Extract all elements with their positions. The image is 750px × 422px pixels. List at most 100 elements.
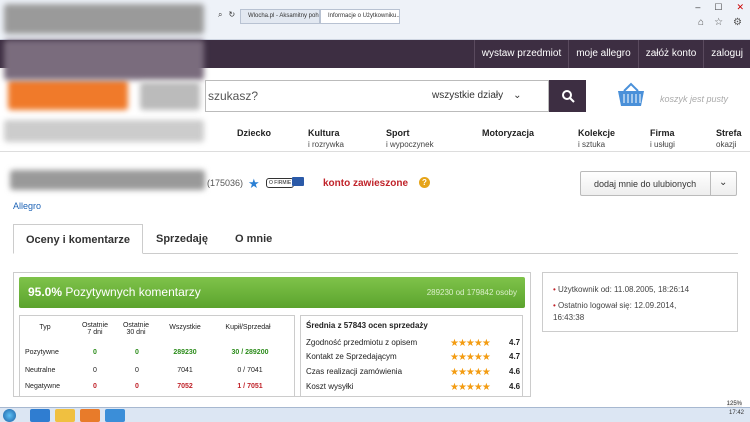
browser-toolbar-icons: ⌂ ☆ ⚙	[698, 17, 742, 28]
profile-tabs: Oceny i komentarze Sprzedaję O mnie	[13, 224, 738, 254]
rating-count: (175036)	[207, 178, 244, 188]
tab-selling[interactable]: Sprzedaję	[156, 224, 208, 254]
department-select[interactable]: wszystkie działy ⌄	[432, 90, 522, 101]
login-link[interactable]: zaloguj	[703, 40, 750, 68]
minimize-icon[interactable]: –	[695, 2, 700, 13]
rating-row: Kontakt ze Sprzedającym ★★★★★ 4.7	[306, 352, 521, 363]
favorites-star-icon[interactable]: ☆	[714, 17, 723, 28]
category-item[interactable]: Strefa okazji	[716, 128, 742, 150]
table-cell: 0	[93, 383, 97, 390]
table-cell: 0	[135, 383, 139, 390]
positive-summary-bar: 95.0% Pozytywnych komentarzy 289230 od 1…	[19, 277, 525, 308]
chevron-down-icon[interactable]: ⌄	[719, 177, 727, 188]
ie-taskbar-icon[interactable]	[30, 409, 50, 422]
rating-row: Koszt wysyłki ★★★★★ 4.6	[306, 382, 521, 393]
chevron-down-icon: ⌄	[513, 90, 522, 101]
close-window-icon[interactable]: ✕	[736, 2, 744, 13]
user-since: Użytkownik od: 11.08.2005, 18:26:14	[553, 285, 689, 294]
row-type: Negatywne	[25, 383, 61, 390]
column-header: Typ	[39, 324, 51, 331]
column-header: Kupił/Sprzedał	[225, 324, 271, 331]
browser-tab[interactable]: Wlocha.pl - Aksamitny pohlebogie...	[240, 9, 320, 24]
breadcrumb[interactable]: Allegro	[13, 201, 41, 211]
category-item[interactable]: Sport i wypoczynek	[386, 128, 434, 150]
table-cell: 7041	[177, 367, 193, 374]
positive-of-count: 289230 od 179842 osoby	[426, 288, 517, 297]
home-icon[interactable]: ⌂	[698, 17, 704, 28]
seller-ratings-box: Średnia z 57843 ocen sprzedaży Zgodność …	[300, 315, 523, 397]
rating-row: Zgodność przedmiotu z opisem ★★★★★ 4.7	[306, 338, 521, 349]
table-cell: 0 / 7041	[237, 367, 263, 374]
category-item[interactable]: Motoryzacja	[482, 128, 534, 139]
company-badge-icon: O FIRMIE	[266, 178, 295, 188]
folder-taskbar-icon[interactable]	[55, 409, 75, 422]
site-nav-links: wystaw przedmiot moje allegro załóż kont…	[473, 40, 750, 68]
blurred-region	[140, 82, 200, 110]
rating-row: Czas realizacji zamówienia ★★★★★ 4.6	[306, 367, 521, 378]
basket-icon[interactable]	[616, 82, 646, 108]
user-info-box: Użytkownik od: 11.08.2005, 18:26:14 Osta…	[542, 272, 738, 332]
category-item[interactable]: Dziecko	[237, 128, 271, 139]
row-type: Pozytywne	[25, 349, 59, 356]
blurred-username	[10, 170, 205, 190]
search-box[interactable]: szukasz? wszystkie działy ⌄	[205, 80, 549, 112]
divider	[0, 151, 750, 152]
maximize-icon[interactable]: ☐	[714, 2, 722, 13]
feedback-table: Typ Ostatnie 7 dni Ostatnie 30 dni Wszys…	[19, 315, 295, 397]
tab-ratings[interactable]: Oceny i komentarze	[13, 224, 143, 254]
clock: 17:42	[728, 410, 744, 416]
category-item[interactable]: Firma i usługi	[650, 128, 675, 150]
start-button-icon[interactable]	[3, 409, 16, 422]
gear-icon[interactable]: ⚙	[733, 17, 742, 28]
basket-status: koszyk jest pusty	[660, 94, 729, 104]
stars-icon: ★★★★★	[450, 367, 491, 378]
stars-icon: ★★★★★	[450, 382, 491, 393]
browser-tabs: Wlocha.pl - Aksamitny pohlebogie... Info…	[240, 9, 400, 24]
column-header: Wszystkie	[169, 324, 201, 331]
ratings-panel: 95.0% Pozytywnych komentarzy 289230 od 1…	[13, 272, 531, 397]
windows-taskbar: 17:42	[0, 407, 750, 422]
last-login-time: 16:43:38	[553, 313, 585, 322]
ratings-title: Średnia z 57843 ocen sprzedaży	[306, 321, 428, 330]
blurred-logo	[8, 80, 128, 110]
super-seller-star-icon: ★	[248, 176, 260, 191]
category-item[interactable]: Kolekcje i sztuka	[578, 128, 615, 150]
app-taskbar-icon[interactable]	[105, 409, 125, 422]
table-cell: 0	[135, 349, 139, 356]
add-to-favorites-button[interactable]: dodaj mnie do ulubionych ⌄	[580, 171, 737, 196]
row-type: Neutralne	[25, 367, 56, 374]
my-allegro-link[interactable]: moje allegro	[568, 40, 637, 68]
search-icon[interactable]: ⌕	[218, 10, 222, 20]
category-bar: Dziecko Kultura i rozrywka Sport i wypoczy…	[0, 128, 750, 152]
table-cell: 0	[93, 349, 97, 356]
refresh-icon[interactable]: ↻	[228, 10, 235, 20]
magnifier-icon	[561, 90, 575, 103]
stars-icon: ★★★★★	[450, 338, 491, 349]
table-cell: 7052	[177, 383, 193, 390]
positive-percent: 95.0%	[28, 285, 63, 299]
table-cell: 30 / 289200	[231, 349, 269, 356]
window-controls: – ☐ ✕	[695, 2, 744, 13]
account-status: konto zawieszone	[323, 178, 409, 189]
address-controls: ⌕ ↻	[218, 10, 235, 20]
help-icon[interactable]: ?	[419, 177, 430, 188]
search-input[interactable]: szukasz?	[208, 89, 258, 103]
sell-item-link[interactable]: wystaw przedmiot	[473, 40, 568, 68]
browser-tab-active[interactable]: Informacje o Użytkowniku... ✕	[320, 9, 400, 24]
column-header: Ostatnie 30 dni	[122, 322, 150, 336]
blurred-region	[4, 40, 204, 80]
last-login: Ostatnio logował się: 12.09.2014,	[553, 301, 676, 310]
category-item[interactable]: Kultura i rozrywka	[308, 128, 344, 150]
register-link[interactable]: załóż konto	[637, 40, 704, 68]
table-cell: 0	[93, 367, 97, 374]
table-cell: 289230	[173, 349, 197, 356]
search-button[interactable]	[549, 80, 586, 112]
tab-about[interactable]: O mnie	[235, 224, 272, 254]
media-taskbar-icon[interactable]	[80, 409, 100, 422]
briefcase-icon	[292, 177, 304, 186]
column-header: Ostatnie 7 dni	[81, 322, 109, 336]
blurred-address-bar	[4, 4, 204, 34]
positive-label: Pozytywnych komentarzy	[65, 285, 201, 299]
table-cell: 0	[135, 367, 139, 374]
stars-icon: ★★★★★	[450, 352, 491, 363]
